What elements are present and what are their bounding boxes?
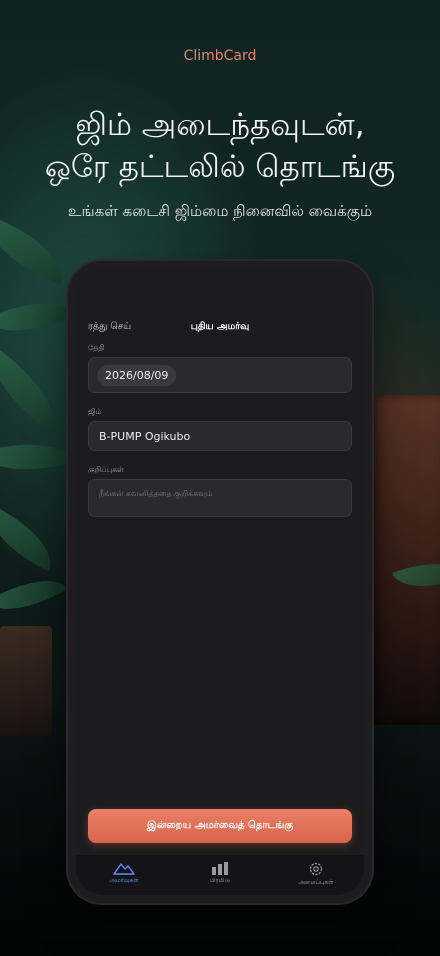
date-field[interactable]: 2026/08/09 <box>88 357 352 393</box>
wooden-door <box>370 395 440 725</box>
plant-leaf <box>0 504 64 572</box>
tab-label: அமர்வுகள் <box>109 877 139 884</box>
plant-leaf <box>0 563 68 627</box>
headline-line-1: ஜிம் அடைந்தவுடன், <box>75 107 365 143</box>
tab-pyramid[interactable]: பிரமிடு <box>172 861 268 885</box>
plant-leaf <box>0 346 73 432</box>
notes-label: குறிப்புகள் <box>88 465 124 474</box>
plant-leaf <box>0 284 74 350</box>
plant-leaf <box>0 215 75 285</box>
tab-settings[interactable]: அமைப்புகள் <box>268 861 364 887</box>
tab-sessions[interactable]: அமர்வுகள் <box>76 861 172 885</box>
headline-line-2: ஒரே தட்டலில் தொடங்கு <box>44 149 396 185</box>
gym-field[interactable]: B-PUMP Ogikubo <box>88 421 352 451</box>
notes-placeholder: நீங்கள் கவனித்ததை குறிக்கவும் <box>99 489 213 498</box>
brand-name: ClimbCard <box>183 48 257 64</box>
headline: ஜிம் அடைந்தவுடன், ஒரே தட்டலில் தொடங்கு <box>0 104 440 188</box>
plant-leaf <box>0 429 73 485</box>
nav-bar: புதிய அமர்வு ரத்து செய் <box>76 321 364 337</box>
subheadline: உங்கள் கடைசி ஜிம்மை நினைவில் வைக்கும் <box>67 202 373 220</box>
gear-icon <box>309 862 323 876</box>
notes-field[interactable]: நீங்கள் கவனித்ததை குறிக்கவும் <box>88 479 352 517</box>
start-session-button[interactable]: இன்றைய அமர்வைத் தொடங்கு <box>88 809 352 843</box>
tab-label: அமைப்புகள் <box>298 879 334 886</box>
bar-chart-icon <box>212 862 228 875</box>
gym-value: B-PUMP Ogikubo <box>99 430 191 443</box>
app-screen: புதிய அமர்வு ரத்து செய் தேதி 2026/08/09 … <box>76 269 364 895</box>
phone-frame: புதிய அமர்வு ரத்து செய் தேதி 2026/08/09 … <box>68 261 372 903</box>
date-chip[interactable]: 2026/08/09 <box>97 365 177 386</box>
tab-label: பிரமிடு <box>210 877 230 884</box>
date-label: தேதி <box>88 343 105 352</box>
mountains-icon <box>113 863 135 875</box>
tab-bar: அமர்வுகள் பிரமிடு அமைப்புகள் <box>76 855 364 895</box>
cancel-button[interactable]: ரத்து செய் <box>88 321 131 333</box>
gym-label: ஜிம் <box>88 407 102 416</box>
